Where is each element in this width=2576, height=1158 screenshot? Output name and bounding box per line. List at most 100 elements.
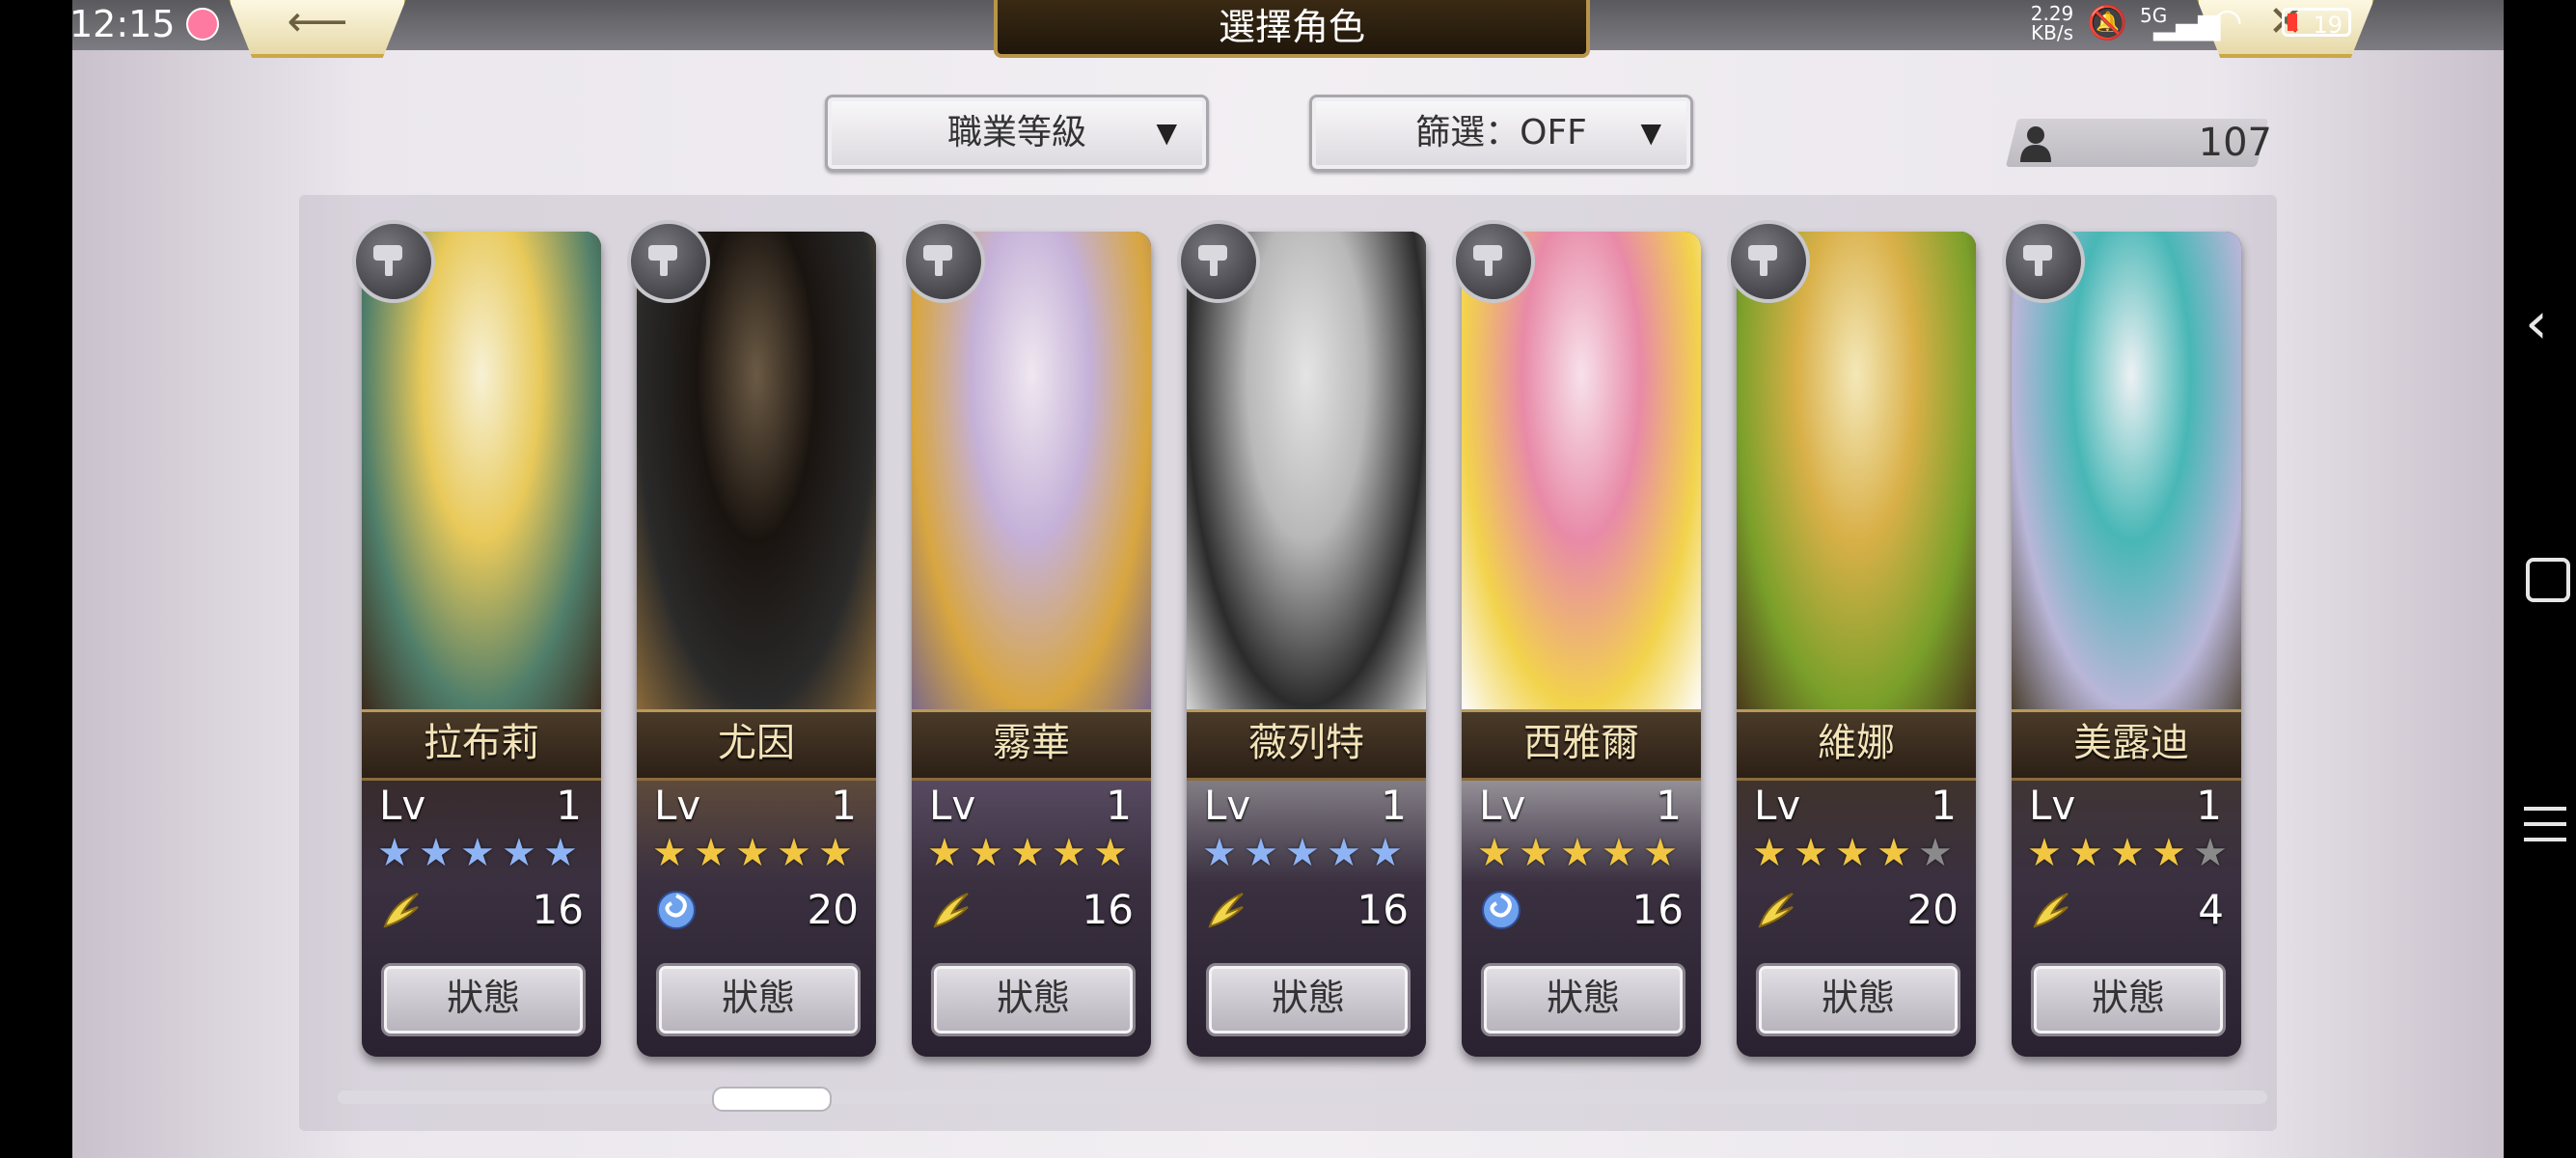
chevron-down-icon: ▼ bbox=[1640, 117, 1661, 149]
star-icon: ★ bbox=[652, 831, 687, 875]
star-icon: ★ bbox=[1752, 831, 1787, 875]
star-icon: ★ bbox=[1602, 831, 1636, 875]
wifi-icon: ◠ bbox=[2212, 2, 2243, 41]
star-icon: ★ bbox=[1794, 831, 1828, 875]
star-icon: ★ bbox=[694, 831, 728, 875]
name-plate: 尤因 bbox=[637, 709, 876, 781]
status-button[interactable]: 狀態 bbox=[1206, 963, 1411, 1036]
staff-icon bbox=[1727, 220, 1810, 303]
staff-icon bbox=[2002, 220, 2085, 303]
character-name: 維娜 bbox=[1818, 721, 1895, 765]
character-card[interactable]: 拉布莉 Lv 1 ★ ★ ★ ★ ★ 16 狀態 bbox=[362, 232, 601, 1057]
character-card[interactable]: 維娜 Lv 1 ★ ★ ★ ★ ★ 20 狀態 bbox=[1737, 232, 1976, 1057]
star-icon: ★ bbox=[1093, 831, 1128, 875]
level-value: 1 bbox=[1931, 782, 1957, 829]
status-button[interactable]: 狀態 bbox=[931, 963, 1136, 1036]
character-portrait bbox=[637, 232, 876, 709]
character-name: 拉布莉 bbox=[424, 721, 539, 765]
character-card[interactable]: 霧華 Lv 1 ★ ★ ★ ★ ★ 16 狀態 bbox=[912, 232, 1151, 1057]
wind-icon bbox=[933, 893, 969, 928]
filter-label: 篩選：OFF bbox=[1415, 113, 1587, 152]
status-button[interactable]: 狀態 bbox=[381, 963, 586, 1036]
character-card[interactable]: 美露迪 Lv 1 ★ ★ ★ ★ ★ 4 狀態 bbox=[2012, 232, 2241, 1057]
status-button[interactable]: 狀態 bbox=[1756, 963, 1960, 1036]
page-title: 選擇角色 bbox=[994, 0, 1590, 58]
wind-icon bbox=[383, 893, 419, 928]
battery-level: 19 bbox=[2313, 12, 2343, 39]
battery-icon: 19 bbox=[2282, 8, 2351, 39]
net-speed-unit: KB/s bbox=[2031, 21, 2073, 44]
hammer-icon bbox=[1452, 220, 1535, 303]
character-card[interactable]: 薇列特 Lv 1 ★ ★ ★ ★ ★ 16 狀態 bbox=[1187, 232, 1426, 1057]
name-plate: 西雅爾 bbox=[1462, 709, 1701, 781]
level-label: Lv bbox=[379, 782, 426, 829]
person-icon bbox=[2020, 126, 2051, 162]
character-name: 霧華 bbox=[993, 721, 1070, 765]
sort-dropdown[interactable]: 職業等級 ▼ bbox=[825, 95, 1209, 172]
level-label: Lv bbox=[1479, 782, 1526, 829]
character-name: 西雅爾 bbox=[1523, 721, 1639, 765]
mute-icon: 🔕 bbox=[2087, 4, 2128, 42]
level-label: Lv bbox=[1204, 782, 1251, 829]
star-icon: ★ bbox=[377, 831, 412, 875]
star-icon: ★ bbox=[419, 831, 453, 875]
star-icon: ★ bbox=[2110, 831, 2145, 875]
nav-back-icon[interactable]: ‹ bbox=[2525, 290, 2548, 357]
character-portrait bbox=[362, 232, 601, 709]
cost-value: 20 bbox=[807, 886, 859, 933]
character-name: 薇列特 bbox=[1248, 721, 1364, 765]
level-label: Lv bbox=[929, 782, 976, 829]
character-portrait bbox=[1737, 232, 1976, 709]
cost-value: 16 bbox=[532, 886, 584, 933]
name-plate: 美露迪 bbox=[2012, 709, 2241, 781]
star-icon: ★ bbox=[543, 831, 578, 875]
star-icon: ★ bbox=[2193, 831, 2228, 875]
star-icon: ★ bbox=[1643, 831, 1678, 875]
signal-icon: ▂▄▆ bbox=[2153, 8, 2221, 41]
rarity-stars: ★ ★ ★ ★ ★ bbox=[1752, 832, 1974, 874]
nav-menu-icon[interactable] bbox=[2524, 807, 2566, 841]
character-card[interactable]: 尤因 Lv 1 ★ ★ ★ ★ ★ 20 狀態 bbox=[637, 232, 876, 1057]
rarity-stars: ★ ★ ★ ★ ★ bbox=[377, 832, 599, 874]
status-button[interactable]: 狀態 bbox=[2031, 963, 2226, 1036]
nav-home-icon[interactable] bbox=[2526, 558, 2570, 602]
star-icon: ★ bbox=[2069, 831, 2103, 875]
cost-value: 16 bbox=[1082, 886, 1134, 933]
star-icon: ★ bbox=[927, 831, 962, 875]
star-icon: ★ bbox=[1202, 831, 1237, 875]
star-icon: ★ bbox=[1835, 831, 1870, 875]
hammer-icon bbox=[627, 220, 710, 303]
rarity-stars: ★ ★ ★ ★ ★ bbox=[1477, 832, 1699, 874]
sort-label: 職業等級 bbox=[946, 113, 1086, 152]
level-label: Lv bbox=[1754, 782, 1801, 829]
wind-icon bbox=[1758, 893, 1794, 928]
character-portrait bbox=[1462, 232, 1701, 709]
star-icon: ★ bbox=[1327, 831, 1361, 875]
star-icon: ★ bbox=[1477, 831, 1512, 875]
net-speed-value: 2.29 bbox=[2030, 2, 2074, 25]
rarity-stars: ★ ★ ★ ★ ★ bbox=[652, 832, 874, 874]
name-plate: 拉布莉 bbox=[362, 709, 601, 781]
character-card[interactable]: 西雅爾 Lv 1 ★ ★ ★ ★ ★ 16 狀態 bbox=[1462, 232, 1701, 1057]
star-icon: ★ bbox=[502, 831, 536, 875]
star-icon: ★ bbox=[1010, 831, 1045, 875]
level-value: 1 bbox=[831, 782, 857, 829]
hammer-icon bbox=[902, 220, 985, 303]
rarity-stars: ★ ★ ★ ★ ★ bbox=[2027, 832, 2241, 874]
filter-dropdown[interactable]: 篩選：OFF ▼ bbox=[1309, 95, 1693, 172]
scroll-thumb[interactable] bbox=[712, 1087, 832, 1112]
wind-icon bbox=[1208, 893, 1244, 928]
level-value: 1 bbox=[1106, 782, 1132, 829]
status-time: 12:15 bbox=[69, 3, 176, 45]
back-button[interactable]: ⟵ bbox=[227, 0, 408, 58]
name-plate: 霧華 bbox=[912, 709, 1151, 781]
level-value: 1 bbox=[556, 782, 582, 829]
character-count: 107 bbox=[2198, 121, 2272, 165]
star-icon: ★ bbox=[1918, 831, 1953, 875]
status-button[interactable]: 狀態 bbox=[656, 963, 861, 1036]
fist-icon bbox=[352, 220, 435, 303]
level-label: Lv bbox=[2029, 782, 2076, 829]
status-button[interactable]: 狀態 bbox=[1481, 963, 1685, 1036]
scroll-track[interactable] bbox=[338, 1090, 2267, 1104]
wind-icon bbox=[2033, 893, 2069, 928]
